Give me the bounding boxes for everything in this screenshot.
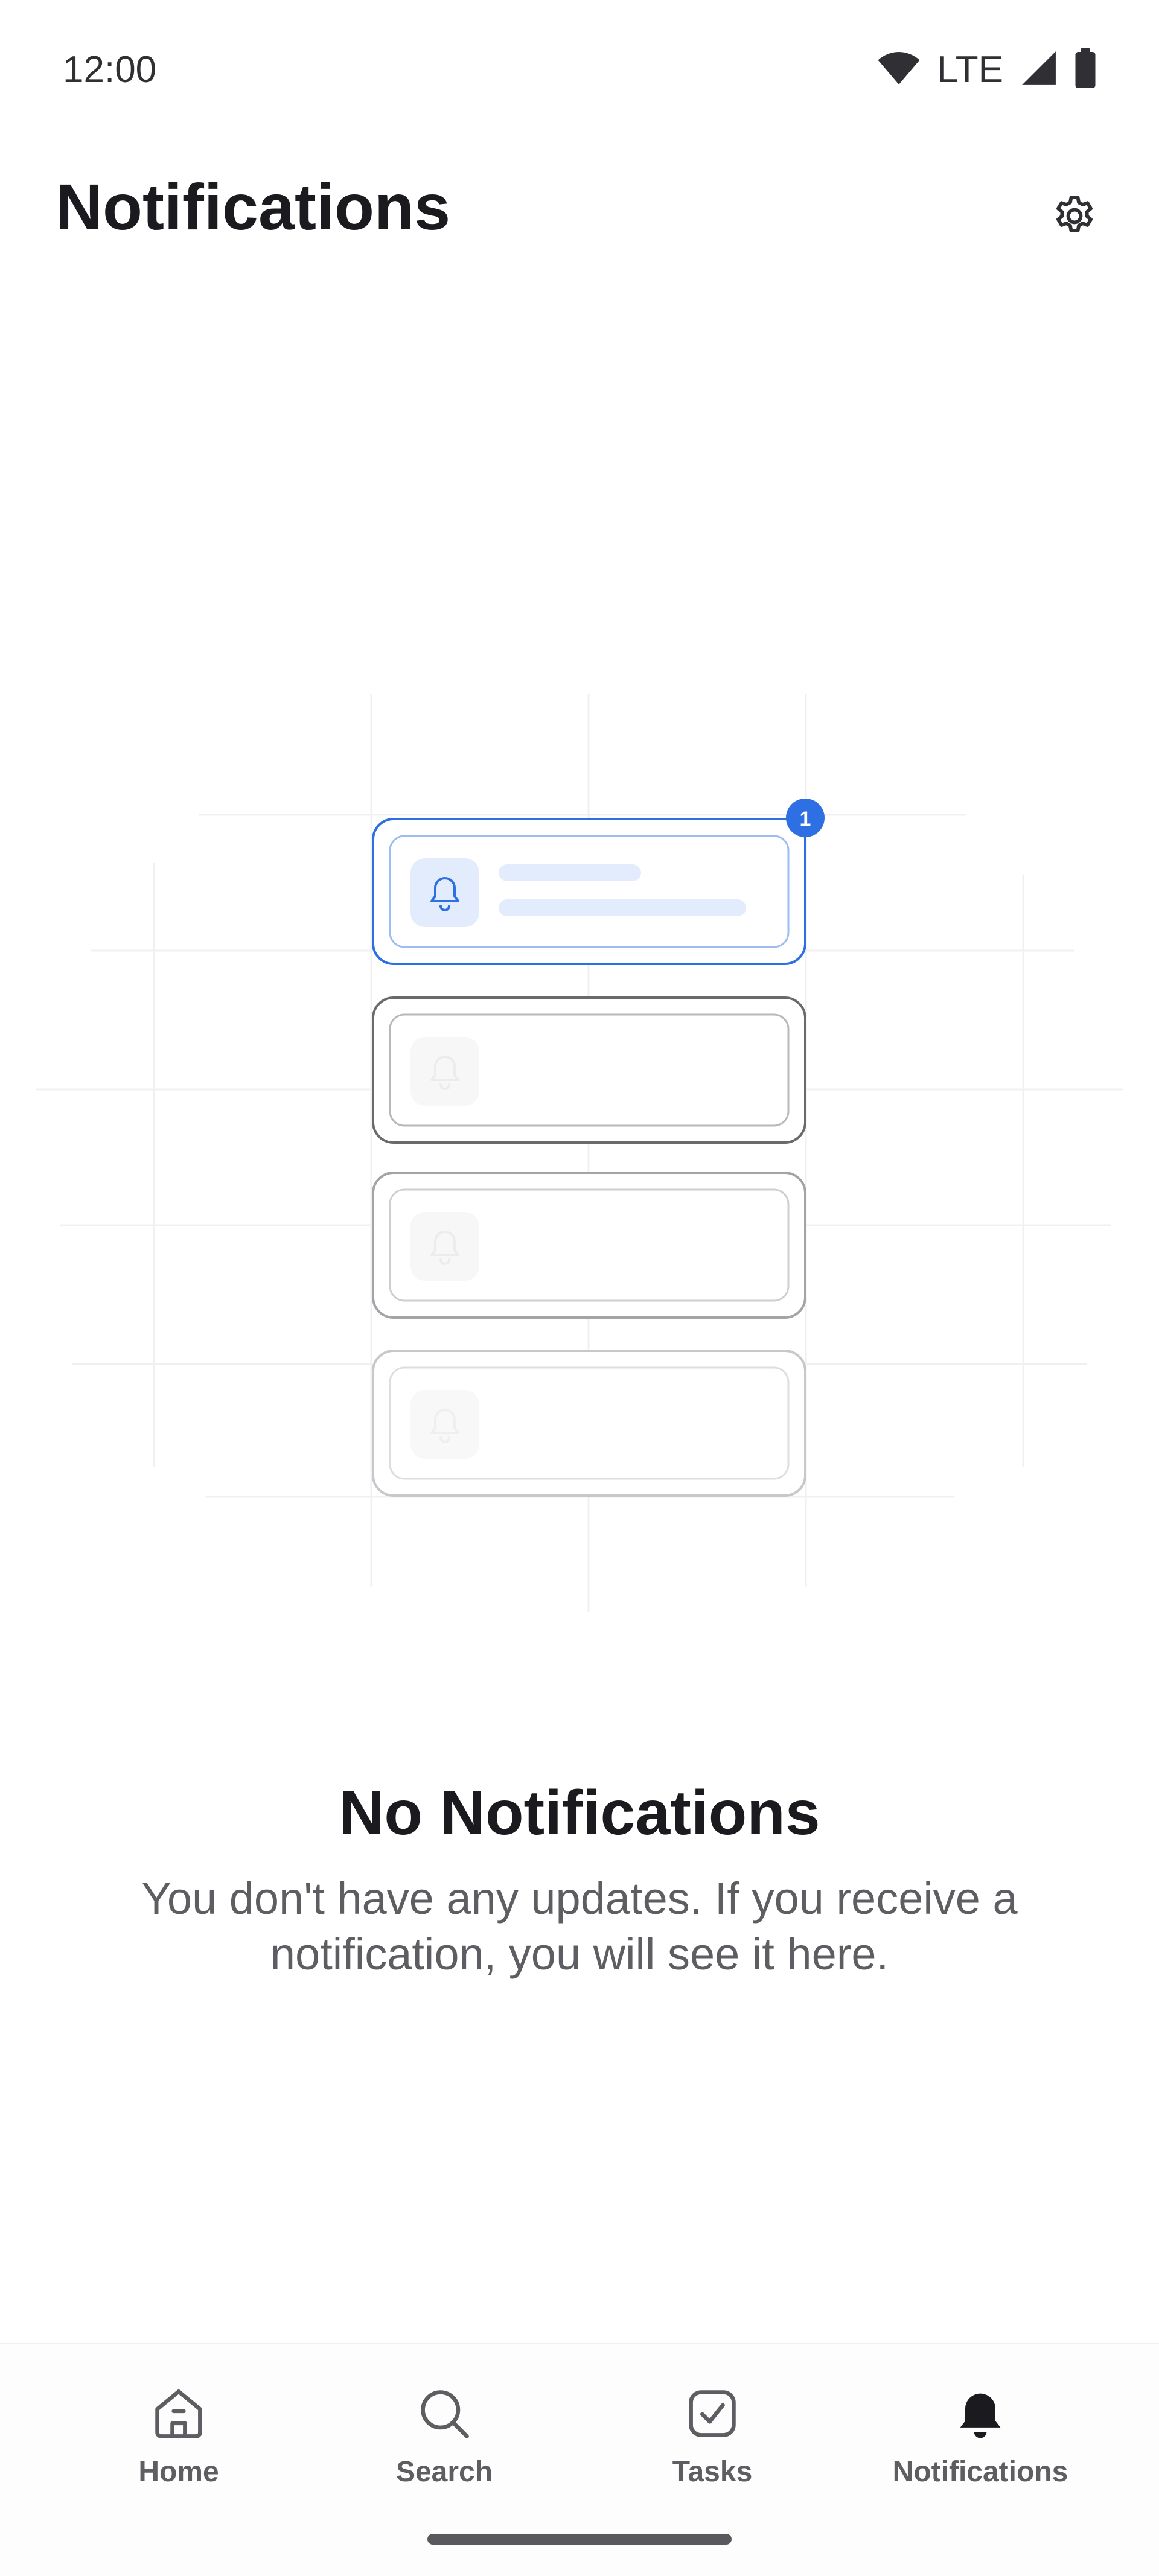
- notification-card-placeholder: [372, 1172, 806, 1319]
- status-time: 12:00: [63, 49, 157, 91]
- notification-cards-illustration: 1: [36, 694, 1123, 1612]
- tasks-checkbox-icon: [679, 2380, 746, 2447]
- nav-item-tasks[interactable]: Tasks: [592, 2344, 833, 2495]
- notification-card-placeholder: [372, 996, 806, 1144]
- wifi-icon: [877, 50, 921, 89]
- cell-signal-icon: [1020, 49, 1058, 90]
- nav-item-home[interactable]: Home: [58, 2344, 299, 2495]
- empty-state-illustration: 1: [0, 694, 1159, 1636]
- empty-state-description: You don't have any updates. If you recei…: [141, 1873, 1018, 1979]
- bottom-navigation: Home Search Tasks Notifications: [0, 2343, 1159, 2576]
- network-type: LTE: [937, 49, 1003, 91]
- nav-label-home: Home: [138, 2456, 219, 2488]
- search-icon: [411, 2380, 477, 2447]
- nav-label-notifications: Notifications: [892, 2456, 1068, 2488]
- nav-item-notifications[interactable]: Notifications: [860, 2344, 1101, 2495]
- notification-badge-count: 1: [800, 808, 811, 831]
- bell-icon: [947, 2380, 1014, 2447]
- nav-label-tasks: Tasks: [672, 2456, 753, 2488]
- status-bar: 12:00 LTE: [0, 0, 1159, 139]
- page-title: Notifications: [56, 170, 451, 243]
- battery-icon: [1074, 48, 1096, 91]
- settings-button[interactable]: [1038, 181, 1111, 253]
- notification-card-placeholder: [372, 1350, 806, 1497]
- notification-card-active: [372, 799, 825, 965]
- empty-state-title: No Notifications: [339, 1778, 820, 1848]
- home-icon: [145, 2380, 212, 2447]
- nav-label-search: Search: [395, 2456, 493, 2488]
- nav-item-search[interactable]: Search: [324, 2344, 565, 2495]
- gear-icon: [1051, 193, 1098, 243]
- home-indicator[interactable]: [427, 2534, 732, 2545]
- status-icons: LTE: [877, 48, 1096, 91]
